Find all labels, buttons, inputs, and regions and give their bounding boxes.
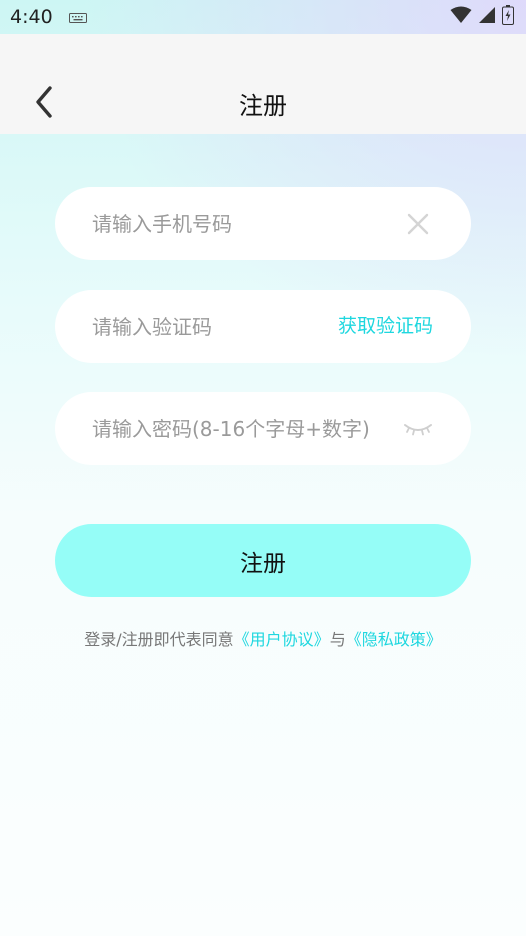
status-time: 4:40 (10, 6, 53, 28)
register-button[interactable]: 注册 (55, 524, 471, 597)
battery-icon (502, 5, 514, 29)
signal-icon (478, 6, 496, 28)
close-icon (407, 213, 429, 235)
password-field (55, 392, 471, 465)
code-input[interactable] (92, 290, 372, 363)
status-bar: 4:40 (0, 0, 526, 34)
app-bar: 注册 (0, 34, 526, 134)
user-agreement-link[interactable]: 《用户协议》 (234, 630, 330, 649)
agreement-conjunction: 与 (329, 630, 346, 649)
phone-input[interactable] (92, 187, 372, 260)
password-input[interactable] (92, 392, 402, 465)
privacy-policy-link[interactable]: 《隐私政策》 (346, 630, 442, 649)
eye-closed-icon (404, 424, 432, 436)
phone-field (55, 187, 471, 260)
get-code-button[interactable]: 获取验证码 (338, 290, 433, 363)
clear-button[interactable] (405, 211, 431, 237)
page-title: 注册 (239, 92, 287, 120)
agreement-text: 登录/注册即代表同意《用户协议》与《隐私政策》 (0, 626, 526, 650)
wifi-icon (450, 6, 472, 28)
password-visibility-toggle[interactable] (403, 420, 433, 438)
code-field: 获取验证码 (55, 290, 471, 363)
keyboard-icon (68, 8, 87, 27)
agreement-prefix: 登录/注册即代表同意 (84, 630, 234, 649)
